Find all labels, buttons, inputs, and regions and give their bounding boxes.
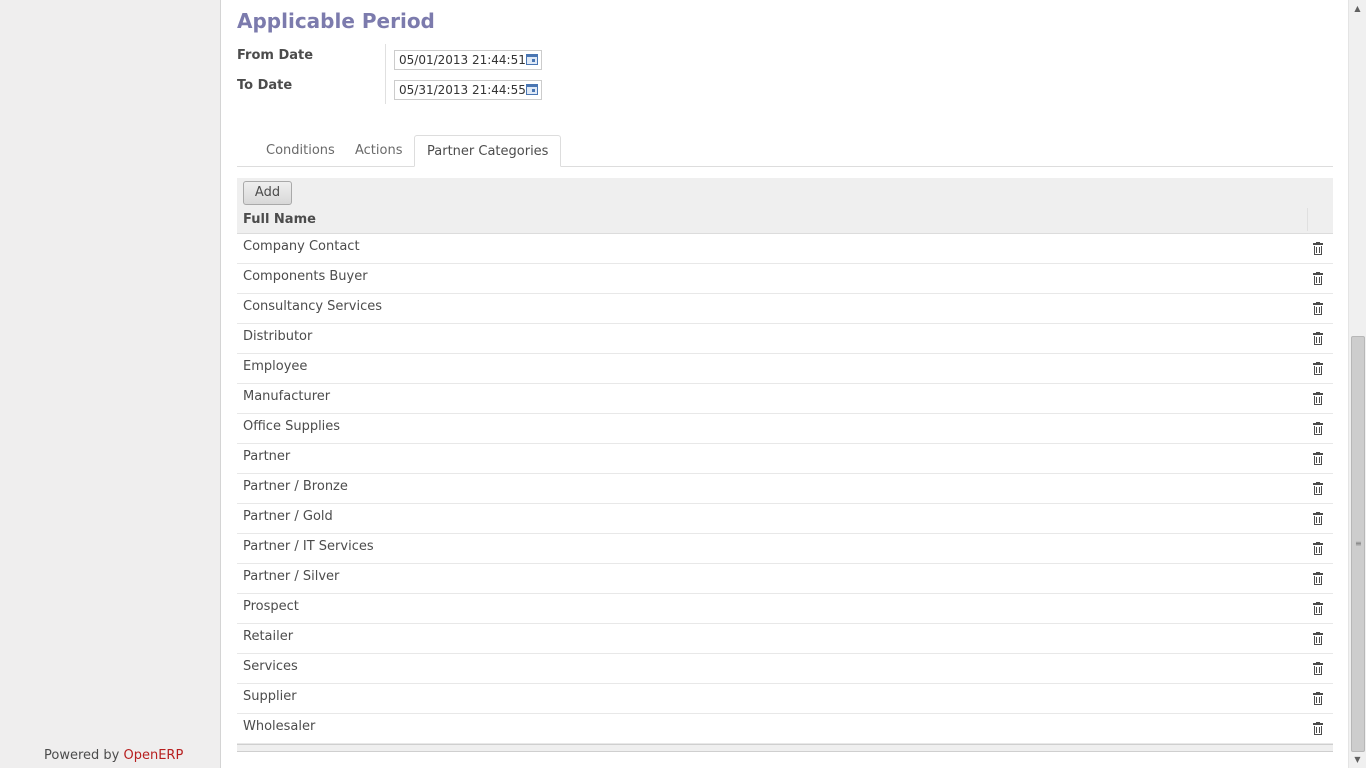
from-date-label: From Date [237, 48, 314, 63]
table-row[interactable]: Distributor [237, 324, 1333, 354]
table-row[interactable]: Partner [237, 444, 1333, 474]
table-row[interactable]: Partner / Silver [237, 564, 1333, 594]
trash-icon[interactable] [1313, 302, 1323, 315]
from-date-value: 05/01/2013 21:44:51 [399, 53, 526, 67]
row-full-name: Prospect [243, 599, 299, 614]
table-row[interactable]: Partner / IT Services [237, 534, 1333, 564]
table-row[interactable]: Retailer [237, 624, 1333, 654]
label-divider [385, 44, 386, 104]
tab-conditions[interactable]: Conditions [254, 135, 347, 166]
row-full-name: Office Supplies [243, 419, 341, 434]
row-full-name: Manufacturer [243, 389, 331, 404]
row-full-name: Distributor [243, 329, 313, 344]
table-row[interactable]: Wholesaler [237, 714, 1333, 744]
scrollbar-thumb[interactable]: ≡ [1351, 336, 1365, 752]
tab-actions[interactable]: Actions [343, 135, 415, 166]
trash-icon[interactable] [1313, 422, 1323, 435]
trash-icon[interactable] [1313, 632, 1323, 645]
table-row[interactable]: Office Supplies [237, 414, 1333, 444]
column-separator [1307, 208, 1308, 231]
scroll-down-arrow-icon[interactable]: ▼ [1349, 751, 1366, 768]
row-full-name: Company Contact [243, 239, 360, 254]
openerp-link[interactable]: OpenERP [124, 748, 184, 763]
table-row[interactable]: Supplier [237, 684, 1333, 714]
trash-icon[interactable] [1313, 452, 1323, 465]
trash-icon[interactable] [1313, 572, 1323, 585]
row-full-name: Supplier [243, 689, 297, 704]
from-date-input[interactable]: 05/01/2013 21:44:51 [394, 50, 542, 70]
row-full-name: Partner / Silver [243, 569, 340, 584]
trash-icon[interactable] [1313, 722, 1323, 735]
row-full-name: Components Buyer [243, 269, 368, 284]
powered-by-text: Powered by [44, 748, 120, 763]
tab-partner-categories[interactable]: Partner Categories [414, 135, 562, 167]
table-row[interactable]: Components Buyer [237, 264, 1333, 294]
table-row[interactable]: Manufacturer [237, 384, 1333, 414]
row-full-name: Services [243, 659, 298, 674]
trash-icon[interactable] [1313, 692, 1323, 705]
grip-icon: ≡ [1355, 539, 1362, 548]
row-full-name: Retailer [243, 629, 294, 644]
trash-icon[interactable] [1313, 602, 1323, 615]
list-header: Full Name [237, 206, 1333, 234]
row-full-name: Partner / Bronze [243, 479, 348, 494]
table-row[interactable]: Employee [237, 354, 1333, 384]
table-row[interactable]: Consultancy Services [237, 294, 1333, 324]
trash-icon[interactable] [1313, 392, 1323, 405]
column-header-full-name[interactable]: Full Name [243, 212, 316, 227]
row-full-name: Employee [243, 359, 308, 374]
vertical-scrollbar[interactable]: ▲ ≡ ▼ [1348, 0, 1366, 768]
form-content: Applicable Period From Date To Date 05/0… [221, 0, 1349, 768]
to-date-label: To Date [237, 78, 293, 93]
scroll-up-arrow-icon[interactable]: ▲ [1349, 0, 1366, 17]
row-full-name: Partner / IT Services [243, 539, 374, 554]
section-title: Applicable Period [237, 9, 435, 33]
table-row[interactable]: Partner / Bronze [237, 474, 1333, 504]
trash-icon[interactable] [1313, 482, 1323, 495]
partner-categories-list: Add Full Name Company Contact Components … [237, 178, 1333, 752]
table-row[interactable]: Company Contact [237, 234, 1333, 264]
list-body: Company Contact Components Buyer Consultan… [237, 234, 1333, 744]
row-full-name: Partner / Gold [243, 509, 333, 524]
to-date-value: 05/31/2013 21:44:55 [399, 83, 526, 97]
sidebar: Powered by OpenERP [0, 0, 221, 768]
table-row[interactable]: Services [237, 654, 1333, 684]
trash-icon[interactable] [1313, 362, 1323, 375]
row-full-name: Wholesaler [243, 719, 316, 734]
table-row[interactable]: Prospect [237, 594, 1333, 624]
trash-icon[interactable] [1313, 272, 1323, 285]
row-full-name: Partner [243, 449, 291, 464]
list-footer [237, 744, 1333, 752]
list-toolbar: Add [237, 178, 1333, 206]
trash-icon[interactable] [1313, 332, 1323, 345]
notebook-tabs: Conditions Actions Partner Categories [237, 135, 1333, 167]
row-full-name: Consultancy Services [243, 299, 382, 314]
trash-icon[interactable] [1313, 512, 1323, 525]
add-button[interactable]: Add [243, 181, 292, 205]
trash-icon[interactable] [1313, 242, 1323, 255]
table-row[interactable]: Partner / Gold [237, 504, 1333, 534]
calendar-icon[interactable] [526, 54, 538, 65]
to-date-input[interactable]: 05/31/2013 21:44:55 [394, 80, 542, 100]
powered-by: Powered by OpenERP [44, 748, 183, 763]
calendar-icon[interactable] [526, 84, 538, 95]
trash-icon[interactable] [1313, 542, 1323, 555]
trash-icon[interactable] [1313, 662, 1323, 675]
